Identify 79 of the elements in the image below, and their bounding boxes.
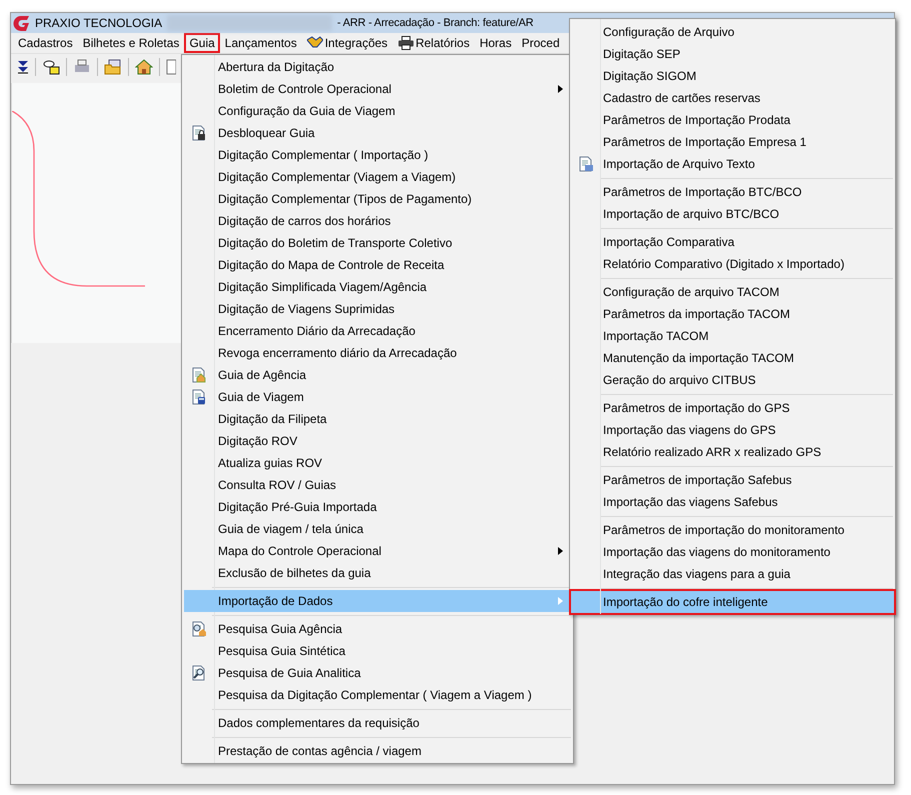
menu-bar-item[interactable]: Proced: [516, 33, 565, 53]
menu-item[interactable]: Exclusão de bilhetes da guia: [184, 562, 571, 584]
menu-item[interactable]: Encerramento Diário da Arrecadação: [184, 320, 571, 342]
menu-item[interactable]: Parâmetros de Importação Prodata: [571, 109, 894, 131]
menu-item[interactable]: Pesquisa Guia Sintética: [184, 640, 571, 662]
menu-item[interactable]: Digitação Complementar (Tipos de Pagamento): [184, 188, 571, 210]
menu-bar-item[interactable]: Bilhetes e Roletas: [78, 33, 184, 53]
menu-item[interactable]: Digitação Complementar (Viagem a Viagem): [184, 166, 571, 188]
menu-item[interactable]: Consulta ROV / Guias: [184, 474, 571, 496]
menu-item[interactable]: Geração do arquivo CITBUS: [571, 369, 894, 391]
menu-bar-item[interactable]: Horas: [474, 33, 517, 53]
menu-item[interactable]: Digitação SIGOM: [571, 65, 894, 87]
app-logo-icon: [13, 16, 30, 30]
menu-item[interactable]: Configuração de arquivo TACOM: [571, 281, 894, 303]
menu-item[interactable]: Guia de viagem / tela única: [184, 518, 571, 540]
database-icon: [42, 58, 60, 74]
house-icon: [135, 58, 153, 74]
menu-item[interactable]: Configuração da Guia de Viagem: [184, 100, 571, 122]
menu-item[interactable]: Boletim de Controle Operacional: [184, 78, 571, 100]
menu-item[interactable]: Importação Comparativa: [571, 231, 894, 253]
menu-item[interactable]: Importação das viagens do monitoramento: [571, 541, 894, 563]
menu-item[interactable]: Desbloquear Guia: [184, 122, 571, 144]
menu-item[interactable]: Parâmetros de Importação BTC/BCO: [571, 181, 894, 203]
printer-icon: [73, 58, 91, 74]
menu-item[interactable]: Parâmetros da importação TACOM: [571, 303, 894, 325]
menu-item[interactable]: Importação das viagens do GPS: [571, 419, 894, 441]
folder-icon: [104, 58, 122, 74]
menu-item[interactable]: Atualiza guias ROV: [184, 452, 571, 474]
menu-item[interactable]: Digitação da Filipeta: [184, 408, 571, 430]
menu-item[interactable]: Abertura da Digitação: [184, 56, 571, 78]
menu-bar-item[interactable]: Guia: [184, 33, 220, 53]
menu-item[interactable]: Revoga encerramento diário da Arrecadação: [184, 342, 571, 364]
window-title: - ARR - Arrecadação - Branch: feature/AR: [337, 16, 534, 31]
menu-item[interactable]: Importação de Arquivo Texto: [571, 153, 894, 175]
menu-item[interactable]: Digitação do Mapa de Controle de Receita: [184, 254, 571, 276]
menu-item[interactable]: Pesquisa de Guia Analitica: [184, 662, 571, 684]
house-search-icon: [191, 621, 207, 637]
menu-item[interactable]: Pesquisa da Digitação Complementar ( Viagem a Viagem ): [184, 684, 571, 706]
menu-item[interactable]: Importação de Dados: [184, 590, 571, 612]
menu-item[interactable]: Prestação de contas agência / viagem: [184, 740, 571, 762]
printer-icon: [398, 36, 414, 50]
menu-bar-item[interactable]: Lançamentos: [220, 33, 302, 53]
menu-item[interactable]: Guia de Viagem: [184, 386, 571, 408]
menu-item[interactable]: Digitação ROV: [184, 430, 571, 452]
menu-item[interactable]: Parâmetros de importação Safebus: [571, 469, 894, 491]
menu-item[interactable]: Digitação Pré-Guia Importada: [184, 496, 571, 518]
menu-item[interactable]: Integração das viagens para a guia: [571, 563, 894, 585]
menu-item[interactable]: Digitação de Viagens Suprimidas: [184, 298, 571, 320]
menu-item[interactable]: Importação TACOM: [571, 325, 894, 347]
menu-item[interactable]: Importação de arquivo BTC/BCO: [571, 203, 894, 225]
menu-item[interactable]: Cadastro de cartões reservas: [571, 87, 894, 109]
window-title: PRAXIO TECNOLOGIA: [35, 15, 162, 32]
menu-item[interactable]: Digitação Complementar ( Importação ): [184, 144, 571, 166]
menu-bar-item[interactable]: Cadastros: [13, 33, 78, 53]
menu-item[interactable]: Relatório realizado ARR x realizado GPS: [571, 441, 894, 463]
menu-item[interactable]: Parâmetros de importação do GPS: [571, 397, 894, 419]
menu-item[interactable]: Importação do cofre inteligente: [571, 591, 894, 613]
menu-item[interactable]: Parâmetros de Importação Empresa 1: [571, 131, 894, 153]
menu-item[interactable]: Digitação SEP: [571, 43, 894, 65]
menu-item[interactable]: Configuração de Arquivo: [571, 21, 894, 43]
menu-item[interactable]: Digitação do Boletim de Transporte Coletivo: [184, 232, 571, 254]
menu-item[interactable]: Mapa do Controle Operacional: [184, 540, 571, 562]
menu-item[interactable]: Digitação Simplificada Viagem/Agência: [184, 276, 571, 298]
double-arrow-down-icon: [17, 60, 29, 74]
menu-bar-item[interactable]: Integrações: [302, 33, 393, 53]
bus-document-icon: [191, 389, 207, 405]
menu-item[interactable]: Dados complementares da requisição: [184, 712, 571, 734]
menu-item[interactable]: Guia de Agência: [184, 364, 571, 386]
menu-item[interactable]: Pesquisa Guia Agência: [184, 618, 571, 640]
menu-bar-item[interactable]: Relatórios: [392, 33, 475, 53]
text-file-icon: [578, 156, 594, 172]
lock-document-icon: [191, 125, 207, 141]
menu-item[interactable]: Parâmetros de importação do monitoramento: [571, 519, 894, 541]
menu-item[interactable]: Manutenção da importação TACOM: [571, 347, 894, 369]
house-document-icon: [191, 367, 207, 383]
search-document-icon: [191, 665, 207, 681]
menu-item[interactable]: Digitação de carros dos horários: [184, 210, 571, 232]
menu-item[interactable]: Relatório Comparativo (Digitado x Importado): [571, 253, 894, 275]
menu-item[interactable]: Importação das viagens Safebus: [571, 491, 894, 513]
